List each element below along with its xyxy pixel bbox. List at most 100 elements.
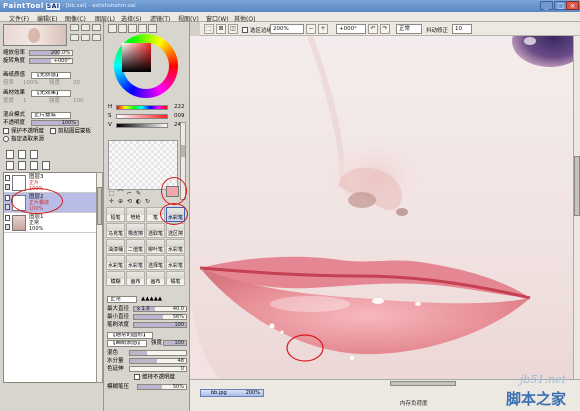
brush-pencil[interactable]: 铅笔 <box>106 207 125 222</box>
brush-shape-select[interactable]: 【通常的圆形】 <box>107 332 153 339</box>
zoom-out-button[interactable]: − <box>306 24 316 34</box>
nav-flip-button[interactable] <box>92 34 101 41</box>
specify-source-checkbox[interactable] <box>3 136 9 142</box>
drawing-canvas[interactable] <box>190 36 580 379</box>
nav-rotate-left-button[interactable] <box>70 34 79 41</box>
brush-mode-select[interactable]: 正常 <box>107 296 137 303</box>
s-slider[interactable] <box>116 114 168 119</box>
texture-select[interactable]: 【无质感】 <box>31 72 71 79</box>
protect-opacity-checkbox[interactable] <box>3 128 9 134</box>
brush-canvas-2[interactable]: 画布 <box>146 271 165 286</box>
h-value: 222 <box>174 104 185 110</box>
brush-select-pen[interactable]: 选取笔 <box>146 223 165 238</box>
brush-watercolor-3[interactable]: 水彩笔 <box>106 255 125 270</box>
canvas-vertical-scrollbar[interactable] <box>573 36 580 379</box>
blend-slider[interactable] <box>129 350 187 356</box>
brush-blur[interactable]: 模糊 <box>106 271 125 286</box>
selection-edge-checkbox[interactable] <box>242 27 248 33</box>
rotate-left-button[interactable]: ↶ <box>368 24 378 34</box>
zoom-slider-value: 200.0% <box>50 50 70 56</box>
nav-reset-button[interactable] <box>92 24 101 31</box>
blend-mode-select[interactable]: 正常 <box>396 24 422 34</box>
visibility-eye-icon[interactable] <box>5 195 10 201</box>
rotate-tool-icon[interactable]: ⟲ <box>126 198 133 205</box>
flip-icon[interactable]: ↻ <box>144 198 151 205</box>
density-slider[interactable]: 100 <box>133 322 187 328</box>
rotation-select[interactable]: +000° <box>336 24 366 34</box>
blur-pressure-slider[interactable]: 50% <box>137 384 187 390</box>
brush-watercolor-5[interactable]: 水彩笔 <box>166 255 185 270</box>
swatch-tab-icon[interactable] <box>138 24 147 33</box>
navigator-thumbnail[interactable] <box>3 24 67 46</box>
document-tab[interactable]: bb.jpg 200% <box>200 389 264 397</box>
brush-shape-presets-icon[interactable]: ▲▲▲▲▲ <box>141 296 162 303</box>
visibility-eye-icon[interactable] <box>5 175 10 181</box>
water-slider[interactable]: 48 <box>129 358 187 364</box>
delete-layer-icon[interactable] <box>42 161 50 170</box>
min-size-slider[interactable]: 56% <box>133 314 187 320</box>
h-slider[interactable] <box>116 105 168 110</box>
rotate-slider[interactable]: +000° <box>29 58 73 64</box>
nav-zoom-in-button[interactable] <box>70 24 79 31</box>
new-linework-icon[interactable] <box>30 150 38 159</box>
brush-airbrush[interactable]: 喷枪 <box>126 207 145 222</box>
max-size-multiplier[interactable]: x 1.0 <box>137 306 150 313</box>
move-icon[interactable]: ✛ <box>108 198 115 205</box>
keep-opacity-checkbox[interactable] <box>134 374 140 380</box>
brush-watercolor-2[interactable]: 水彩笔 <box>166 239 185 254</box>
new-folder-icon[interactable] <box>18 150 26 159</box>
rgb-slider-tab-icon[interactable] <box>118 24 127 33</box>
brush-intensity-slider[interactable]: 100 <box>163 340 187 346</box>
zoom-in-button[interactable]: + <box>318 24 328 34</box>
new-layer-icon[interactable] <box>6 150 14 159</box>
select-all-button[interactable]: ⬚ <box>204 24 214 34</box>
brush-select-eraser[interactable]: 选区擦 <box>166 223 185 238</box>
visibility-eye-icon[interactable] <box>5 215 10 221</box>
effect-select[interactable]: 【无效果】 <box>31 90 71 97</box>
clear-layer-icon[interactable] <box>30 161 38 170</box>
stabilizer-select[interactable]: 10 <box>452 24 472 34</box>
clip-layer-label: 剪贴图层蒙板 <box>58 128 92 135</box>
layer-scrollbar[interactable] <box>96 172 103 383</box>
brush-canvas-1[interactable]: 画布 <box>126 271 145 286</box>
color-extend-slider[interactable]: 0 <box>129 366 187 372</box>
hand-icon[interactable]: ◐ <box>135 198 142 205</box>
nav-rotate-right-button[interactable] <box>81 34 90 41</box>
zoom-slider[interactable]: 200.0% <box>29 50 73 56</box>
clip-layer-checkbox[interactable] <box>50 128 56 134</box>
copy-layer-icon[interactable] <box>6 161 14 170</box>
brush-bucket[interactable]: 油漆桶 <box>106 239 125 254</box>
brush-watercolor-4[interactable]: 水彩笔 <box>126 255 145 270</box>
v-row: V 244 <box>108 122 188 129</box>
brush-willow[interactable]: 柳叶笔 <box>146 239 165 254</box>
color-wheel-tab-icon[interactable] <box>108 24 117 33</box>
zoom-tool-icon[interactable]: ⊕ <box>117 198 124 205</box>
lasso-icon[interactable]: ⌒ <box>117 190 124 197</box>
saturation-value-square[interactable] <box>122 43 151 72</box>
brush-select[interactable]: 选择笔 <box>146 255 165 270</box>
brush-texture-select[interactable]: 【画纸质感】 <box>107 340 147 347</box>
nav-zoom-out-button[interactable] <box>81 24 90 31</box>
merge-down-icon[interactable] <box>18 161 26 170</box>
brush-intensity-value: 100 <box>174 340 184 346</box>
layer-blend-select[interactable]: 正片叠底 <box>31 112 71 119</box>
v-slider[interactable] <box>116 123 168 128</box>
rect-select-icon[interactable]: ⬚ <box>108 190 115 197</box>
brush-marker[interactable]: 马克笔 <box>106 223 125 238</box>
zoom-select[interactable]: 200% <box>270 24 304 34</box>
brush-binary-pen[interactable]: 二值笔 <box>126 239 145 254</box>
deselect-button[interactable]: ⊠ <box>216 24 226 34</box>
invert-selection-button[interactable]: ◫ <box>228 24 238 34</box>
rotate-right-button[interactable]: ↷ <box>380 24 390 34</box>
magic-wand-icon[interactable]: ⌐ <box>126 190 133 197</box>
brush-eraser[interactable]: 橡皮擦 <box>126 223 145 238</box>
layer-item-1[interactable]: 图层1 正常 100% <box>4 213 97 233</box>
scratchpad-tab-icon[interactable] <box>148 24 157 33</box>
close-button[interactable]: × <box>566 1 579 10</box>
eyedropper-icon[interactable]: ✎ <box>135 190 142 197</box>
hsv-slider-tab-icon[interactable] <box>128 24 137 33</box>
minimize-button[interactable]: _ <box>540 1 553 10</box>
brush-orange[interactable]: 橘笔 <box>166 271 185 286</box>
opacity-slider[interactable]: 100% <box>31 120 79 126</box>
selection-edge-toggle[interactable]: 选区边缘 <box>242 26 272 34</box>
